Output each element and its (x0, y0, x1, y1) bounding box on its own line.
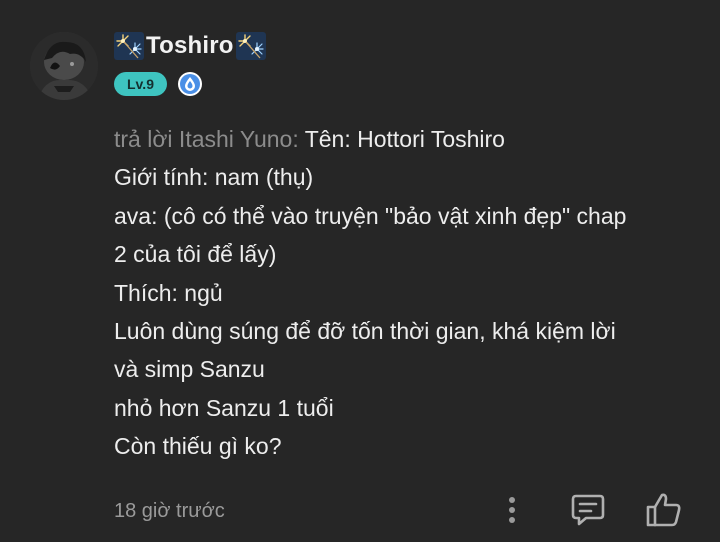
level-badge[interactable]: Lv.9 (114, 72, 167, 96)
comment-timestamp: 18 giờ trước (114, 500, 225, 522)
sparkler-fireworks-icon (235, 32, 266, 60)
username[interactable]: Toshiro (146, 32, 234, 60)
comment-line: Còn thiếu gì ko? (114, 433, 282, 460)
more-options-button[interactable] (498, 490, 526, 530)
comment-card: Toshiro Lv.9 trả lời Itashi Yuno: Tên: H… (0, 0, 720, 542)
reply-to-label[interactable]: trả lời Itashi Yuno: (114, 126, 299, 152)
comment-line: và simp Sanzu (114, 356, 265, 383)
comment-line: ava: (cô có thể vào truyện "bảo vật xinh… (114, 202, 627, 229)
avatar[interactable] (30, 32, 98, 100)
like-button[interactable] (644, 490, 684, 530)
user-badges: Lv.9 (114, 71, 203, 97)
comment-line: nhỏ hơn Sanzu 1 tuổi (114, 394, 334, 421)
comment-line: Luôn dùng súng để đỡ tốn thời gian, khá … (114, 318, 616, 345)
comment-line: Giới tính: nam (thụ) (114, 164, 314, 191)
comment-line: trả lời Itashi Yuno: Tên: Hottori Toshir… (114, 126, 505, 152)
comment-body: trả lời Itashi Yuno: Tên: Hottori Toshir… (114, 120, 704, 466)
username-row[interactable]: Toshiro (114, 30, 266, 62)
comment-line: 2 của tôi để lấy) (114, 241, 277, 268)
reply-button[interactable] (570, 490, 606, 530)
thumbs-up-icon (646, 493, 681, 527)
water-drop-badge-icon[interactable] (177, 71, 203, 97)
avatar-image (30, 32, 98, 100)
comment-line: Thích: ngủ (114, 279, 223, 306)
sparkler-fireworks-icon (114, 32, 144, 60)
more-vertical-icon (509, 497, 515, 523)
comment-reply-icon (571, 494, 605, 526)
